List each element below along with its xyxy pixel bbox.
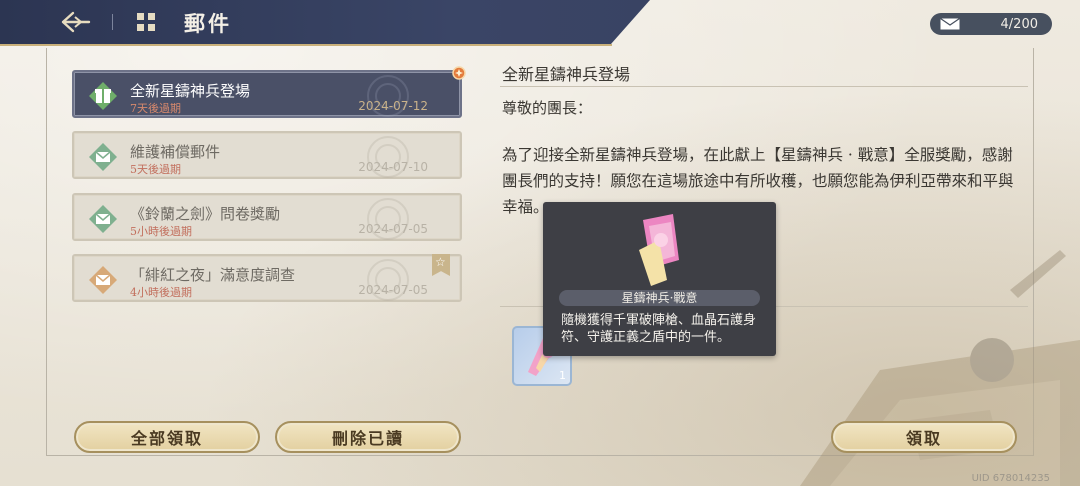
mail-list-item[interactable]: 維護補償郵件 5天後過期 2024-07-10 bbox=[72, 131, 462, 179]
mail-count-badge: 4/200 bbox=[930, 13, 1052, 35]
letter-icon bbox=[89, 143, 117, 171]
mail-detail-title: 全新星鑄神兵登場 bbox=[502, 65, 631, 84]
letter-icon bbox=[89, 266, 117, 294]
favorite-bookmark[interactable]: ☆ bbox=[432, 254, 450, 276]
header-divider bbox=[112, 14, 113, 30]
mail-subject: 「緋紅之夜」滿意度調查 bbox=[130, 266, 296, 284]
mail-list-item[interactable]: 全新星鑄神兵登場 7天後過期 2024-07-12 bbox=[72, 66, 466, 118]
mail-subject: 全新星鑄神兵登場 bbox=[130, 82, 251, 100]
mail-expiry: 5小時後過期 bbox=[130, 225, 192, 238]
mail-expiry: 5天後過期 bbox=[130, 163, 181, 176]
title-divider bbox=[500, 86, 1028, 87]
star-icon: ☆ bbox=[435, 255, 446, 269]
user-id: UID 678014235 bbox=[971, 473, 1050, 484]
mail-list-item[interactable]: 《鈴蘭之劍》問卷獎勵 5小時後過期 2024-07-05 bbox=[72, 193, 462, 241]
mail-expiry: 7天後過期 bbox=[130, 102, 181, 115]
mail-greeting: 尊敬的團長： bbox=[502, 99, 593, 117]
top-bar bbox=[0, 0, 650, 44]
tooltip-item-description: 隨機獲得千軍破陣槍、血晶石護身符、守護正義之盾中的一件。 bbox=[561, 313, 757, 345]
mail-date: 2024-07-10 bbox=[358, 160, 428, 174]
back-arrow-icon bbox=[61, 11, 91, 33]
mail-section-icon bbox=[137, 13, 155, 31]
page-title: 郵件 bbox=[184, 11, 232, 36]
envelope-icon bbox=[940, 18, 960, 30]
mail-list-item[interactable]: 「緋紅之夜」滿意度調查 4小時後過期 2024-07-05 ☆ bbox=[72, 254, 462, 302]
new-mail-indicator-icon bbox=[452, 66, 466, 80]
attachment-quantity: 1 bbox=[559, 369, 566, 382]
mail-subject: 《鈴蘭之劍》問卷獎勵 bbox=[130, 205, 281, 223]
mail-date: 2024-07-05 bbox=[358, 283, 428, 297]
frame-border-left bbox=[46, 48, 47, 456]
mail-date: 2024-07-12 bbox=[358, 99, 428, 113]
tooltip-item-name: 星鑄神兵·戰意 bbox=[559, 290, 760, 306]
mail-subject: 維護補償郵件 bbox=[130, 143, 221, 161]
letter-icon bbox=[89, 205, 117, 233]
delete-read-button[interactable]: 刪除已讀 bbox=[275, 421, 461, 453]
mail-count-text: 4/200 bbox=[1000, 16, 1038, 32]
mail-date: 2024-07-05 bbox=[358, 222, 428, 236]
mail-expiry: 4小時後過期 bbox=[130, 286, 192, 299]
item-tooltip: 星鑄神兵·戰意 隨機獲得千軍破陣槍、血晶石護身符、守護正義之盾中的一件。 bbox=[543, 202, 776, 356]
claim-button[interactable]: 領取 bbox=[831, 421, 1017, 453]
gift-icon bbox=[89, 82, 117, 110]
claim-all-button[interactable]: 全部領取 bbox=[74, 421, 260, 453]
back-button[interactable] bbox=[56, 6, 96, 38]
top-bar-trim bbox=[0, 44, 612, 46]
star-weapon-item-icon bbox=[639, 214, 679, 286]
